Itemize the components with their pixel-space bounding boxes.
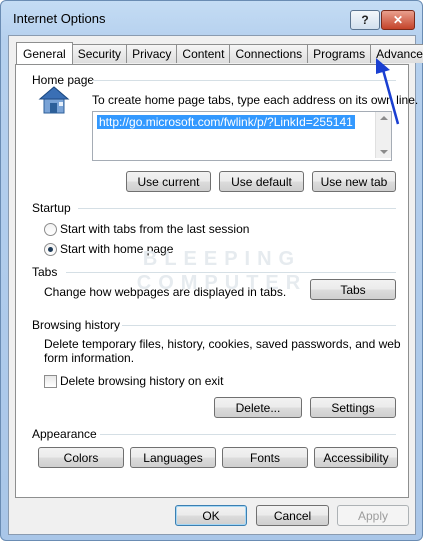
home-page-url-text: http://go.microsoft.com/fwlink/p/?LinkId… [97, 115, 355, 129]
browsing-history-heading: Browsing history [32, 318, 121, 332]
tabs-button[interactable]: Tabs [310, 279, 396, 300]
tab-privacy[interactable]: Privacy [126, 44, 178, 63]
tab-general[interactable]: General [16, 42, 73, 64]
window-title: Internet Options [13, 11, 106, 26]
watermark-line1: BLEEPING [142, 248, 302, 270]
apply-button[interactable]: Apply [337, 505, 409, 526]
delete-history-button[interactable]: Delete... [214, 397, 302, 418]
use-new-tab-button[interactable]: Use new tab [312, 171, 396, 192]
use-default-button[interactable]: Use default [219, 171, 304, 192]
appearance-divider [100, 434, 396, 435]
appearance-heading: Appearance [32, 427, 97, 441]
close-icon: ✕ [392, 13, 404, 27]
home-page-url-textarea[interactable]: http://go.microsoft.com/fwlink/p/?LinkId… [92, 111, 392, 161]
fonts-button[interactable]: Fonts [222, 447, 308, 468]
help-icon: ? [361, 13, 369, 27]
title-bar[interactable]: Internet Options ? ✕ [1, 1, 422, 35]
delete-history-on-exit-checkbox[interactable] [44, 375, 57, 388]
internet-options-window: Internet Options ? ✕ General Security Pr… [0, 0, 423, 541]
tab-content[interactable]: Content [176, 44, 231, 63]
browsing-history-divider [122, 325, 396, 326]
house-icon [38, 86, 70, 114]
ok-button[interactable]: OK [175, 505, 247, 526]
home-page-divider [92, 80, 396, 81]
help-button[interactable]: ? [350, 10, 380, 30]
arrow-annotation-icon [376, 58, 400, 125]
colors-button[interactable]: Colors [38, 447, 124, 468]
radio-start-last-session-label: Start with tabs from the last session [60, 222, 250, 236]
radio-start-home-page[interactable] [44, 243, 57, 256]
browsing-history-description-line1: Delete temporary files, history, cookies… [44, 337, 401, 351]
languages-button[interactable]: Languages [130, 447, 216, 468]
scroll-down-icon[interactable] [380, 150, 388, 154]
tabs-heading: Tabs [32, 265, 58, 279]
tab-strip: General Security Privacy Content Connect… [16, 42, 423, 64]
dialog-client-area: General Security Privacy Content Connect… [8, 35, 423, 535]
delete-history-on-exit-label: Delete browsing history on exit [60, 374, 224, 388]
tab-connections[interactable]: Connections [229, 44, 309, 63]
general-tab-panel: Home page To create home page tabs, type… [15, 64, 418, 498]
cancel-button[interactable]: Cancel [256, 505, 329, 526]
use-current-button[interactable]: Use current [126, 171, 211, 192]
startup-divider [78, 208, 396, 209]
startup-heading: Startup [32, 201, 71, 215]
browsing-history-description-line2: form information. [44, 351, 135, 365]
tabs-description: Change how webpages are displayed in tab… [44, 285, 287, 299]
tabs-divider [66, 272, 396, 273]
tab-programs[interactable]: Programs [307, 44, 372, 63]
radio-start-last-session[interactable] [44, 223, 57, 236]
accessibility-button[interactable]: Accessibility [314, 447, 398, 468]
close-button[interactable]: ✕ [381, 10, 415, 30]
tab-security[interactable]: Security [71, 44, 128, 63]
history-settings-button[interactable]: Settings [310, 397, 396, 418]
